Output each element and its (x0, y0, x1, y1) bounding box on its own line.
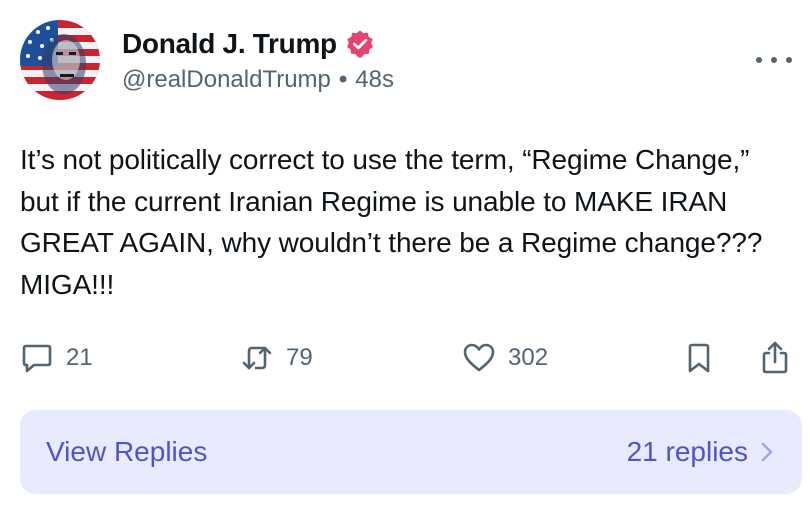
reply-button[interactable]: 21 (20, 338, 93, 378)
share-button[interactable] (758, 338, 792, 378)
heart-icon (463, 343, 495, 372)
author-meta-row: @realDonaldTrump • 48s (122, 66, 394, 94)
like-button[interactable]: 302 (462, 338, 548, 378)
bookmark-icon (688, 343, 710, 373)
bookmark-button[interactable] (684, 338, 714, 378)
view-replies-button[interactable]: View Replies 21 replies (20, 410, 802, 494)
post-card: Donald J. Trump @realDonaldTrump • 48s I… (0, 0, 810, 516)
author-handle[interactable]: @realDonaldTrump (122, 66, 331, 94)
avatar[interactable] (20, 20, 100, 100)
meta-separator: • (338, 66, 348, 93)
verified-badge-icon (345, 29, 375, 59)
action-bar: 21 79 302 (20, 338, 800, 378)
author-display-name[interactable]: Donald J. Trump (122, 28, 337, 60)
share-icon (762, 341, 788, 374)
replies-count-group: 21 replies (627, 436, 774, 468)
like-count: 302 (508, 344, 549, 371)
post-text: It’s not politically correct to use the … (20, 144, 763, 300)
author-name-row: Donald J. Trump (122, 26, 375, 62)
repost-icon (242, 346, 272, 370)
view-replies-label: View Replies (46, 436, 208, 467)
replies-count-label: 21 replies (626, 436, 748, 467)
avatar-image (20, 20, 100, 100)
repost-button[interactable]: 79 (240, 338, 313, 378)
more-options-icon[interactable] (756, 50, 792, 70)
post-timestamp[interactable]: 48s (355, 66, 394, 94)
repost-count: 79 (286, 344, 313, 371)
comment-icon (22, 344, 52, 373)
chevron-right-icon (761, 442, 773, 462)
reply-count: 21 (66, 344, 93, 371)
